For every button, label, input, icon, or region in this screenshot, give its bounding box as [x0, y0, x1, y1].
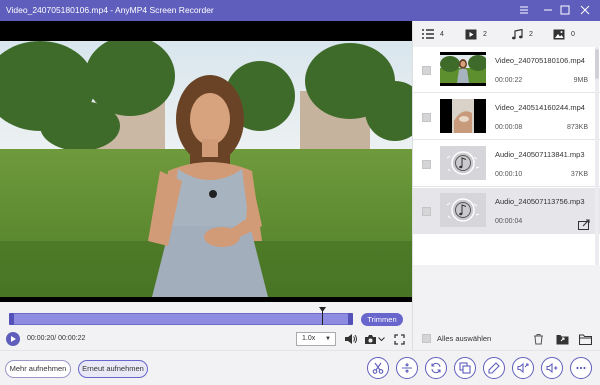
tab-all[interactable]: 4	[422, 27, 444, 41]
volume-adjust-icon[interactable]	[541, 357, 563, 379]
media-filter-tabs: 4 2 2 0	[413, 21, 600, 46]
select-all-checkbox[interactable]: Alles auswählen	[422, 334, 491, 343]
video-preview[interactable]	[0, 21, 412, 302]
copy-icon[interactable]	[454, 357, 476, 379]
record-again-button[interactable]: Erneut aufnehmen	[78, 360, 148, 378]
export-folder-icon[interactable]	[554, 331, 570, 347]
close-icon[interactable]	[577, 2, 593, 18]
open-folder-icon[interactable]	[577, 331, 593, 347]
file-duration: 00:00:04	[495, 218, 523, 225]
select-all-box[interactable]	[422, 334, 431, 343]
window-title: Video_240705180106.mp4 - AnyMP4 Screen R…	[6, 5, 214, 15]
play-button[interactable]	[6, 332, 20, 346]
file-item[interactable]: Video_240705180106.mp4 00:00:22 9MB	[413, 47, 600, 93]
time-display: 00:00:20/ 00:00:22	[27, 335, 86, 342]
select-all-label: Alles auswählen	[437, 334, 492, 343]
video-thumbnail	[440, 52, 486, 86]
video-icon	[465, 29, 477, 39]
trim-start-handle[interactable]	[9, 313, 14, 325]
file-name: Audio_240507113841.mp3	[495, 150, 585, 159]
speed-select[interactable]: 1.0x ▼	[296, 332, 336, 346]
menu-icon[interactable]	[516, 2, 532, 18]
edit-icon[interactable]	[483, 357, 505, 379]
maximize-icon[interactable]	[557, 2, 573, 18]
file-name: Video_240514160244.mp4	[495, 103, 585, 112]
audio-export-icon[interactable]	[512, 357, 534, 379]
list-icon	[422, 29, 434, 39]
music-note-icon	[512, 28, 523, 39]
file-item[interactable]: Audio_240507113841.mp3 00:00:10 37KB	[413, 141, 600, 187]
tab-video[interactable]: 2	[465, 27, 487, 41]
file-duration: 00:00:22	[495, 77, 523, 84]
tab-audio-count: 2	[529, 30, 533, 38]
tab-images[interactable]: 0	[553, 27, 575, 41]
file-checkbox[interactable]	[422, 160, 431, 169]
file-checkbox[interactable]	[422, 66, 431, 75]
trim-button[interactable]: Trimmen	[361, 313, 403, 326]
player-controls: 00:00:20/ 00:00:22 1.0x ▼	[0, 328, 412, 350]
convert-icon[interactable]	[425, 357, 447, 379]
trim-track[interactable]	[9, 313, 353, 325]
tab-all-count: 4	[440, 30, 444, 38]
fullscreen-icon[interactable]	[392, 332, 406, 346]
file-checkbox[interactable]	[422, 207, 431, 216]
bottom-toolbar: Mehr aufnehmen Erneut aufnehmen	[0, 350, 600, 385]
camera-icon[interactable]	[363, 332, 377, 346]
file-item[interactable]: Video_240514160244.mp4 00:00:08 873KB	[413, 94, 600, 140]
image-icon	[553, 29, 565, 39]
video-frame	[0, 41, 412, 297]
snapshot-options-chevron-icon[interactable]	[377, 332, 385, 346]
audio-thumbnail	[440, 193, 486, 227]
trim-end-handle[interactable]	[348, 313, 353, 325]
file-name: Video_240705180106.mp4	[495, 56, 585, 65]
file-size: 873KB	[566, 124, 588, 131]
merge-icon[interactable]	[396, 357, 418, 379]
share-icon[interactable]	[578, 219, 591, 230]
file-item-selected[interactable]: Audio_240507113756.mp3 00:00:04	[413, 188, 600, 234]
speed-value: 1.0x	[302, 335, 316, 342]
file-name: Audio_240507113756.mp3	[495, 197, 585, 206]
scissors-icon[interactable]	[367, 357, 389, 379]
file-duration: 00:00:10	[495, 171, 523, 178]
record-more-button[interactable]: Mehr aufnehmen	[5, 360, 71, 378]
minimize-icon[interactable]	[540, 2, 556, 18]
file-size: 9MB	[573, 77, 588, 84]
timeline[interactable]: Trimmen	[0, 302, 412, 328]
audio-thumbnail	[440, 146, 486, 180]
scrollbar[interactable]	[595, 47, 599, 265]
file-duration: 00:00:08	[495, 124, 523, 131]
file-size: 37KB	[570, 171, 588, 178]
tab-images-count: 0	[571, 30, 575, 38]
volume-icon[interactable]	[343, 332, 357, 346]
play-icon	[11, 336, 16, 342]
file-panel: 4 2 2 0 Video_240705180106.mp4 00:00:22 …	[412, 21, 600, 350]
more-options-icon[interactable]	[570, 357, 592, 379]
playhead-knob[interactable]	[319, 307, 327, 312]
title-bar: Video_240705180106.mp4 - AnyMP4 Screen R…	[0, 0, 600, 21]
file-checkbox[interactable]	[422, 113, 431, 122]
chevron-down-icon: ▼	[325, 336, 331, 342]
file-list: Video_240705180106.mp4 00:00:22 9MB Vide…	[413, 47, 600, 265]
panel-footer: Alles auswählen	[413, 327, 600, 350]
tab-audio[interactable]: 2	[511, 27, 533, 41]
video-thumbnail	[440, 99, 486, 133]
tab-video-count: 2	[483, 30, 487, 38]
trash-icon[interactable]	[530, 331, 546, 347]
